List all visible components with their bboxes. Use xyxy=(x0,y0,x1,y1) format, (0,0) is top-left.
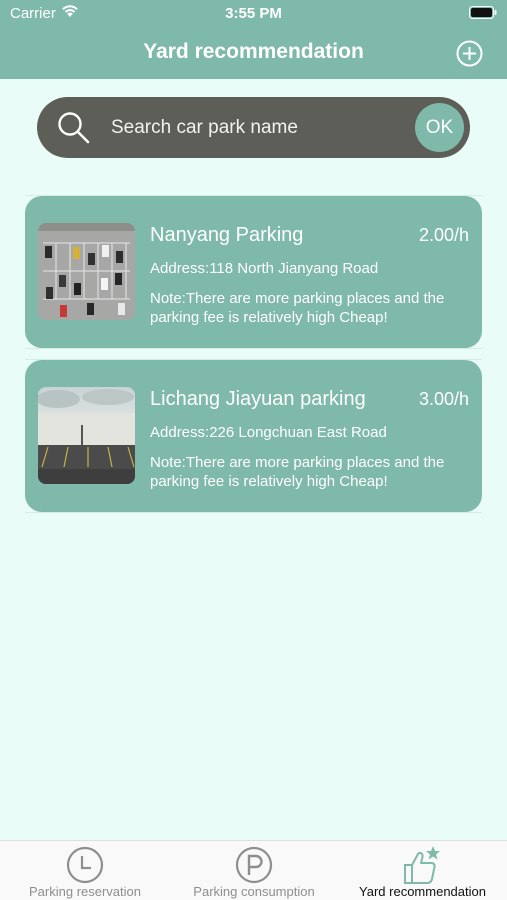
tab-label: Parking consumption xyxy=(193,884,315,899)
parking-price: 3.00/h xyxy=(418,389,469,409)
page-title: Yard recommendation xyxy=(143,40,364,63)
navigation-header: Carrier 3:55 PM Yard recommendation xyxy=(0,0,507,79)
tab-bar: Parking reservation Parking consumption … xyxy=(0,840,507,900)
ok-button[interactable]: OK xyxy=(415,103,464,152)
parking-name: Nanyang Parking xyxy=(150,224,304,246)
tab-parking-consumption[interactable]: Parking consumption xyxy=(170,841,338,900)
parking-name: Lichang Jiayuan parking xyxy=(150,388,366,410)
tab-parking-reservation[interactable]: Parking reservation xyxy=(0,841,170,900)
clock-icon xyxy=(66,846,104,884)
parking-note: Note:There are more parking places and t… xyxy=(150,290,445,326)
plus-circle-icon[interactable] xyxy=(456,40,483,67)
tab-label: Yard recommendation xyxy=(359,884,486,899)
tab-label: Parking reservation xyxy=(29,884,141,899)
status-time: 3:55 PM xyxy=(225,5,282,22)
empty-parking-lot-photo xyxy=(38,387,135,484)
battery-icon xyxy=(469,6,497,19)
parking-card[interactable]: Lichang Jiayuan parking 3.00/h Address:2… xyxy=(25,360,482,512)
aerial-parking-lot-photo xyxy=(38,223,135,320)
parking-p-icon xyxy=(235,846,273,884)
parking-address: Address:226 Longchuan East Road xyxy=(150,424,387,441)
search-icon xyxy=(58,112,90,144)
status-bar: Carrier 3:55 PM xyxy=(0,0,507,28)
search-input[interactable] xyxy=(111,111,401,145)
parking-card[interactable]: Nanyang Parking 2.00/h Address:118 North… xyxy=(25,196,482,348)
divider xyxy=(25,348,482,349)
parking-address: Address:118 North Jianyang Road xyxy=(150,260,379,277)
parking-price: 2.00/h xyxy=(418,225,469,245)
parking-note: Note:There are more parking places and t… xyxy=(150,454,445,490)
search-bar: OK xyxy=(37,97,470,158)
thumbs-up-star-icon xyxy=(404,846,440,884)
tab-yard-recommendation[interactable]: Yard recommendation xyxy=(338,841,507,900)
divider xyxy=(25,512,482,513)
